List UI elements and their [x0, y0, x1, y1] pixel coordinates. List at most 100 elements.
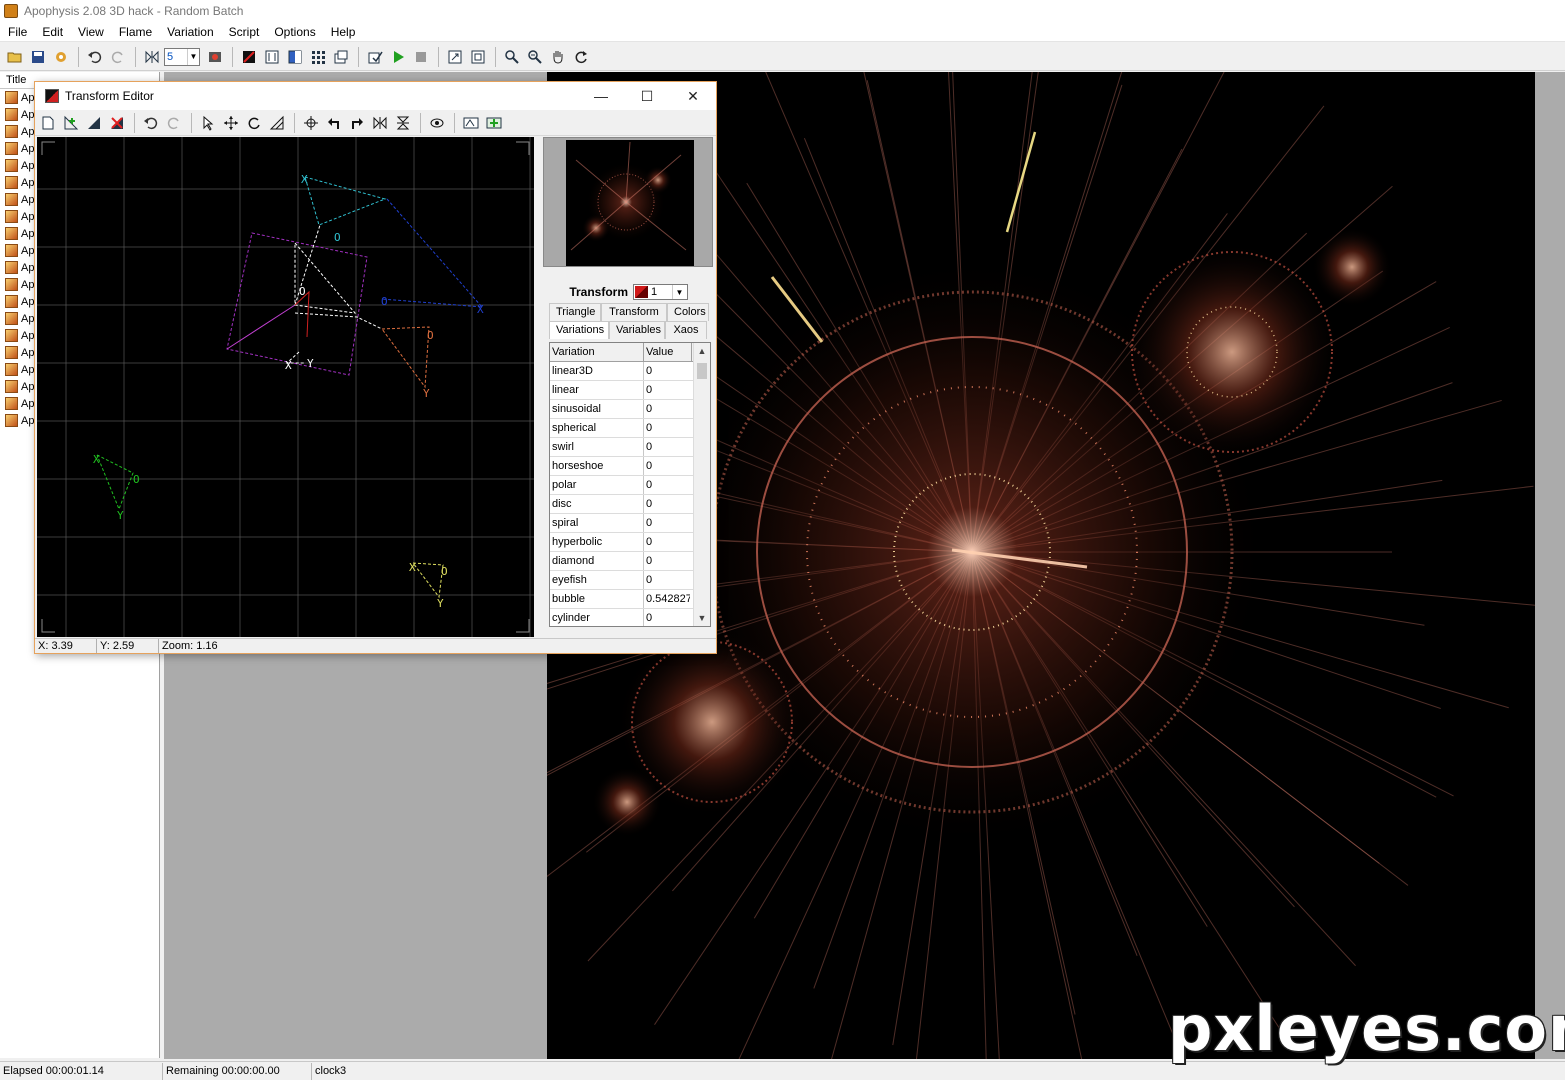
variation-value-field[interactable]: 0.542827 — [644, 590, 690, 608]
flip-horizontal-icon[interactable] — [369, 112, 391, 134]
table-row[interactable]: cylinder 0 — [550, 609, 710, 626]
variation-value-field[interactable]: 0 — [644, 400, 690, 418]
post-transform-icon[interactable] — [460, 112, 482, 134]
tab-xaos[interactable]: Xaos — [665, 321, 707, 339]
table-row[interactable]: linear3D 0 — [550, 362, 710, 381]
stop-icon[interactable] — [410, 46, 432, 68]
table-row[interactable]: sinusoidal 0 — [550, 400, 710, 419]
delete-transform-icon[interactable] — [106, 112, 128, 134]
table-row[interactable]: horseshoe 0 — [550, 457, 710, 476]
triangle-label-x: X — [301, 173, 308, 186]
menu-options[interactable]: Options — [270, 25, 319, 39]
flip-icon[interactable] — [141, 46, 163, 68]
windows-icon[interactable] — [330, 46, 352, 68]
random-batch-icon[interactable] — [204, 46, 226, 68]
grid-scrollbar[interactable]: ▲ ▼ — [693, 343, 710, 626]
rotate-icon[interactable] — [243, 112, 265, 134]
separator — [420, 112, 421, 133]
rotate-icon[interactable] — [570, 46, 592, 68]
mutate-icon[interactable] — [307, 46, 329, 68]
table-row[interactable]: eyefish 0 — [550, 571, 710, 590]
batch-count-select[interactable]: 5 ▼ — [164, 47, 200, 66]
show-variations-icon[interactable] — [426, 112, 448, 134]
image-size-icon[interactable] — [444, 46, 466, 68]
transform-select[interactable]: 1 ▼ — [633, 284, 688, 300]
tab-triangle[interactable]: Triangle — [549, 303, 601, 321]
variation-value-field[interactable]: 0 — [644, 609, 690, 626]
play-icon[interactable] — [387, 46, 409, 68]
variation-value-field[interactable]: 0 — [644, 495, 690, 513]
duplicate-transform-icon[interactable] — [83, 112, 105, 134]
pivot-icon[interactable] — [300, 112, 322, 134]
close-icon[interactable]: ✕ — [670, 82, 716, 110]
menu-edit[interactable]: Edit — [38, 25, 67, 39]
rotate-left-icon[interactable] — [323, 112, 345, 134]
menu-help[interactable]: Help — [327, 25, 360, 39]
zoom-out-icon[interactable] — [524, 46, 546, 68]
rotate-right-icon[interactable] — [346, 112, 368, 134]
editor-icon[interactable] — [238, 46, 260, 68]
minimize-icon[interactable]: — — [578, 82, 624, 110]
transform-editor-titlebar[interactable]: Transform Editor — ☐ ✕ — [35, 82, 716, 110]
tab-transform[interactable]: Transform — [601, 303, 667, 321]
menu-script[interactable]: Script — [225, 25, 264, 39]
variation-value-field[interactable]: 0 — [644, 438, 690, 456]
variation-value-field[interactable]: 0 — [644, 533, 690, 551]
variation-value-field[interactable]: 0 — [644, 419, 690, 437]
scrollbar-thumb[interactable] — [697, 363, 707, 379]
menu-file[interactable]: File — [4, 25, 31, 39]
redo-icon[interactable] — [163, 112, 185, 134]
smooth-palette-icon[interactable] — [50, 46, 72, 68]
chevron-down-icon[interactable]: ▼ — [187, 48, 199, 65]
undo-icon[interactable] — [84, 46, 106, 68]
select-pointer-icon[interactable] — [197, 112, 219, 134]
table-row[interactable]: hyperbolic 0 — [550, 533, 710, 552]
triangle-editor-canvas[interactable]: O Y X X O O X O Y X O Y X O Y — [37, 137, 534, 637]
scroll-down-icon[interactable]: ▼ — [694, 610, 710, 626]
table-row[interactable]: bubble 0.542827 — [550, 590, 710, 609]
open-icon[interactable] — [4, 46, 26, 68]
add-post-transform-icon[interactable] — [483, 112, 505, 134]
gradient-icon[interactable] — [284, 46, 306, 68]
variation-value-field[interactable]: 0 — [644, 362, 690, 380]
menu-view[interactable]: View — [74, 25, 108, 39]
table-row[interactable]: spiral 0 — [550, 514, 710, 533]
variation-value-field[interactable]: 0 — [644, 457, 690, 475]
variation-value-field[interactable]: 0 — [644, 381, 690, 399]
variation-value-field[interactable]: 0 — [644, 476, 690, 494]
render-settings-icon[interactable] — [364, 46, 386, 68]
column-header-value[interactable]: Value — [644, 343, 692, 361]
save-icon[interactable] — [27, 46, 49, 68]
add-transform-icon[interactable] — [60, 112, 82, 134]
tab-colors[interactable]: Colors — [667, 303, 709, 321]
move-icon[interactable] — [220, 112, 242, 134]
variation-value-field[interactable]: 0 — [644, 514, 690, 532]
tab-variations[interactable]: Variations — [549, 321, 609, 339]
table-row[interactable]: linear 0 — [550, 381, 710, 400]
variation-value-field[interactable]: 0 — [644, 552, 690, 570]
flip-vertical-icon[interactable] — [392, 112, 414, 134]
full-image-icon[interactable] — [467, 46, 489, 68]
transform-editor-window[interactable]: Transform Editor — ☐ ✕ O Y X X O O X O Y… — [34, 81, 717, 654]
table-row[interactable]: swirl 0 — [550, 438, 710, 457]
menu-variation[interactable]: Variation — [163, 25, 217, 39]
chevron-down-icon[interactable]: ▼ — [672, 285, 686, 299]
tab-variables[interactable]: Variables — [609, 321, 665, 339]
table-row[interactable]: polar 0 — [550, 476, 710, 495]
redo-icon[interactable] — [107, 46, 129, 68]
table-row[interactable]: spherical 0 — [550, 419, 710, 438]
scale-icon[interactable] — [266, 112, 288, 134]
table-row[interactable]: disc 0 — [550, 495, 710, 514]
variation-value-field[interactable]: 0 — [644, 571, 690, 589]
new-transform-icon[interactable] — [37, 112, 59, 134]
menu-flame[interactable]: Flame — [115, 25, 156, 39]
hand-icon[interactable] — [547, 46, 569, 68]
triangle-label-o: O — [381, 295, 388, 308]
zoom-in-icon[interactable] — [501, 46, 523, 68]
undo-icon[interactable] — [140, 112, 162, 134]
adjust-icon[interactable] — [261, 46, 283, 68]
column-header-variation[interactable]: Variation — [550, 343, 644, 361]
table-row[interactable]: diamond 0 — [550, 552, 710, 571]
maximize-icon[interactable]: ☐ — [624, 82, 670, 110]
scroll-up-icon[interactable]: ▲ — [694, 343, 710, 359]
